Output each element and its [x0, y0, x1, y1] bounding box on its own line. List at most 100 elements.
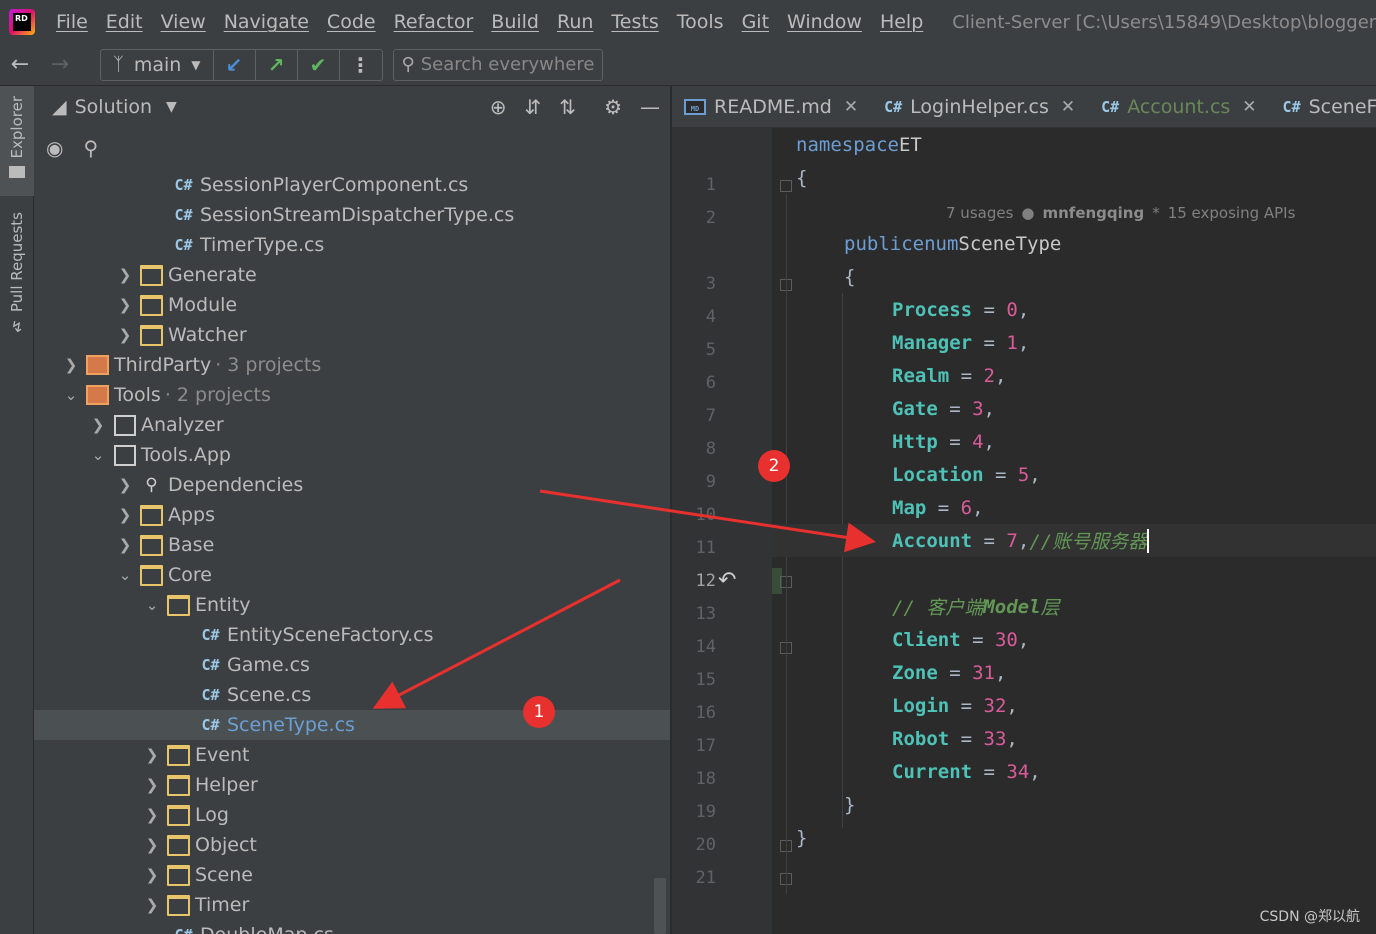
chevron-down-icon[interactable]: ⌄ — [58, 386, 84, 404]
search-icon: ⚲ — [401, 54, 415, 75]
close-icon[interactable]: ✕ — [844, 97, 858, 117]
explorer-tool-tab[interactable]: Explorer — [0, 86, 34, 196]
hide-panel-icon[interactable]: — — [640, 95, 660, 119]
menu-edit[interactable]: Edit — [97, 11, 152, 33]
chevron-right-icon[interactable]: ❯ — [112, 536, 138, 554]
line-number: 9 — [705, 472, 716, 492]
author-link[interactable]: mnfengqing — [1042, 204, 1144, 222]
markdown-file-icon: MD — [684, 98, 706, 115]
solution-explorer: ◢ Solution ▼ ⊕ ⇵ ⇅ ⚙ — ◉ ⚲ C# SessionPlay… — [34, 86, 670, 934]
menu-navigate[interactable]: Navigate — [215, 11, 318, 33]
tree-item[interactable]: ❯ Analyzer — [34, 410, 670, 440]
vcs-more-button[interactable]: ⋮ — [340, 50, 382, 80]
tree-item[interactable]: C# TimerType.cs — [34, 230, 670, 260]
tab-loginhelper[interactable]: C# LoginHelper.cs ✕ — [872, 86, 1089, 127]
search-icon[interactable]: ⚲ — [83, 136, 98, 160]
chevron-right-icon[interactable]: ❯ — [85, 416, 111, 434]
folder-icon — [165, 775, 192, 796]
exposing-apis-link[interactable]: 15 exposing APIs — [1168, 204, 1296, 222]
tree-item[interactable]: ⌄ Tools.App — [34, 440, 670, 470]
tree-item[interactable]: ❯ Module — [34, 290, 670, 320]
menu-refactor[interactable]: Refactor — [385, 11, 483, 33]
close-icon[interactable]: ✕ — [1061, 97, 1075, 117]
menu-git[interactable]: Git — [733, 11, 778, 33]
chevron-right-icon[interactable]: ❯ — [139, 896, 165, 914]
tab-readme[interactable]: MD README.md ✕ — [672, 86, 872, 127]
tree-item[interactable]: ⌄ Entity — [34, 590, 670, 620]
menu-run[interactable]: Run — [548, 11, 602, 33]
expand-all-icon[interactable]: ⇵ — [525, 95, 542, 119]
menu-tests[interactable]: Tests — [602, 11, 667, 33]
chevron-down-icon[interactable]: ▼ — [166, 99, 177, 115]
search-everywhere-field[interactable]: ⚲ Search everywhere — [392, 48, 603, 81]
folder-icon — [138, 265, 165, 286]
tab-account[interactable]: C# Account.cs ✕ — [1089, 86, 1270, 127]
usages-link[interactable]: 7 usages — [946, 204, 1013, 222]
chevron-right-icon[interactable]: ❯ — [112, 476, 138, 494]
vcs-update-button[interactable]: ↙ — [214, 49, 256, 80]
vcs-commit-button[interactable]: ✔ — [298, 49, 340, 80]
tree-item[interactable]: C# SessionStreamDispatcherType.cs — [34, 200, 670, 230]
tree-item[interactable]: ❯ Scene — [34, 860, 670, 890]
tree-item[interactable]: ❯ Object — [34, 830, 670, 860]
menu-build[interactable]: Build — [482, 11, 548, 33]
tree-item[interactable]: C# Game.cs — [34, 650, 670, 680]
code-area[interactable]: namespace ET { 7 usages ● mnfengqing * 1… — [772, 128, 1376, 934]
tree-item-selected[interactable]: C# SceneType.cs — [34, 710, 670, 740]
close-icon[interactable]: ✕ — [1242, 97, 1256, 117]
chevron-right-icon[interactable]: ❯ — [139, 806, 165, 824]
tab-scenefactory[interactable]: C# SceneFactor — [1271, 86, 1376, 127]
scrollbar-thumb[interactable] — [654, 878, 666, 934]
tree-item[interactable]: ❯ Generate — [34, 260, 670, 290]
chevron-right-icon[interactable]: ❯ — [139, 866, 165, 884]
line-number: 20 — [695, 835, 716, 855]
tree-item[interactable]: C#DoubleMap.cs — [34, 920, 670, 934]
csharp-project-icon — [111, 415, 138, 436]
menu-view[interactable]: View — [152, 11, 215, 33]
rollback-change-icon[interactable]: ↶ — [718, 568, 736, 593]
tree-item[interactable]: ❯ Timer — [34, 890, 670, 920]
collapse-all-icon[interactable]: ⇅ — [559, 95, 576, 119]
tree-item[interactable]: ⌄ Core — [34, 560, 670, 590]
show-all-files-icon[interactable]: ◉ — [46, 136, 63, 160]
explorer-view-selector[interactable]: Solution — [75, 96, 152, 118]
tree-item[interactable]: ❯ Watcher — [34, 320, 670, 350]
tree-item[interactable]: ❯ ThirdParty · 3 projects — [34, 350, 670, 380]
tree-item[interactable]: C# EntitySceneFactory.cs — [34, 620, 670, 650]
vcs-push-button[interactable]: ↗ — [256, 49, 298, 80]
tree-item[interactable]: ❯ ⚲ Dependencies — [34, 470, 670, 500]
chevron-right-icon[interactable]: ❯ — [112, 266, 138, 284]
chevron-down-icon[interactable]: ⌄ — [85, 446, 111, 464]
back-arrow-icon[interactable]: ← — [0, 52, 40, 77]
tree-item[interactable]: ❯ Log — [34, 800, 670, 830]
tree-item[interactable]: ❯ Base — [34, 530, 670, 560]
tree-item[interactable]: C# Scene.cs — [34, 680, 670, 710]
chevron-right-icon[interactable]: ❯ — [139, 776, 165, 794]
tree-item[interactable]: C# SessionPlayerComponent.cs — [34, 170, 670, 200]
branch-selector[interactable]: ᛉ main ▼ — [101, 49, 214, 80]
code-vision-lens[interactable]: 7 usages ● mnfengqing * 15 exposing APIs — [946, 198, 1295, 228]
chevron-right-icon[interactable]: ❯ — [112, 296, 138, 314]
chevron-down-icon[interactable]: ⌄ — [112, 566, 138, 584]
pull-requests-tool-tab[interactable]: Pull Requests ↯ — [0, 212, 34, 352]
tree-item[interactable]: ❯ Event — [34, 740, 670, 770]
gear-icon[interactable]: ⚙ — [604, 95, 622, 119]
tree-item[interactable]: ❯ Helper — [34, 770, 670, 800]
chevron-right-icon[interactable]: ❯ — [58, 356, 84, 374]
forward-arrow-icon[interactable]: → — [40, 52, 80, 77]
tree-item[interactable]: ❯ Apps — [34, 500, 670, 530]
chevron-right-icon[interactable]: ❯ — [112, 326, 138, 344]
line-number: 15 — [695, 670, 716, 690]
locate-file-icon[interactable]: ⊕ — [490, 95, 507, 119]
chevron-right-icon[interactable]: ❯ — [139, 746, 165, 764]
chevron-right-icon[interactable]: ❯ — [112, 506, 138, 524]
menu-tools[interactable]: Tools — [668, 11, 733, 33]
menu-file[interactable]: File — [47, 11, 97, 33]
folder-icon — [165, 805, 192, 826]
tree-item[interactable]: ⌄ Tools · 2 projects — [34, 380, 670, 410]
menu-window[interactable]: Window — [778, 11, 871, 33]
chevron-down-icon[interactable]: ⌄ — [139, 596, 165, 614]
menu-help[interactable]: Help — [871, 11, 932, 33]
menu-code[interactable]: Code — [318, 11, 385, 33]
chevron-right-icon[interactable]: ❯ — [139, 836, 165, 854]
